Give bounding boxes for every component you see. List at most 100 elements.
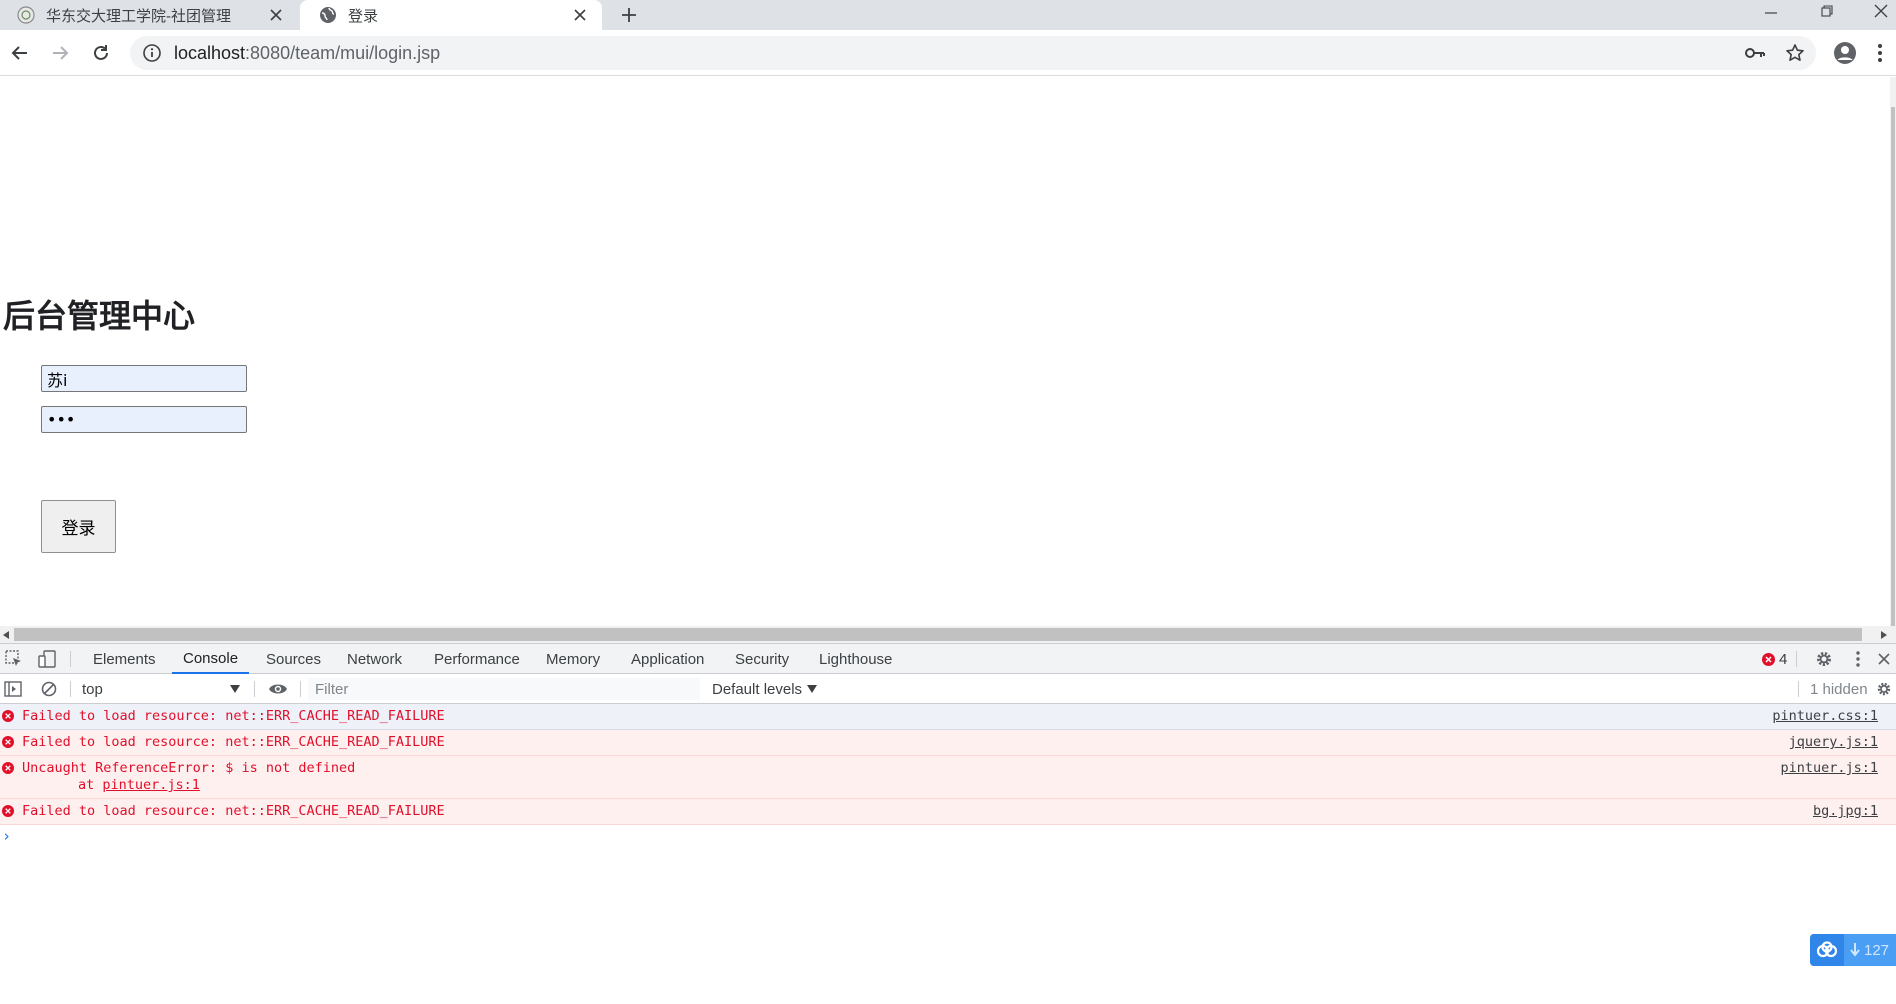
log-levels-dropdown[interactable]: Default levels [712, 678, 818, 700]
error-icon [2, 762, 14, 774]
error-icon [2, 710, 14, 722]
tab-console[interactable]: Console [172, 644, 250, 674]
stack-trace-line: at pintuer.js:1 [22, 777, 1896, 794]
error-count-badge[interactable]: 4 [1762, 644, 1787, 674]
school-favicon-icon [16, 5, 36, 25]
scrollbar-thumb[interactable] [1891, 107, 1895, 626]
error-icon [2, 736, 14, 748]
error-icon [1762, 652, 1775, 666]
divider [1796, 651, 1797, 667]
source-link[interactable]: pintuer.css:1 [1772, 708, 1878, 725]
menu-button[interactable] [1870, 36, 1890, 70]
context-value: top [82, 680, 103, 698]
profile-button[interactable] [1830, 36, 1860, 70]
chevron-down-icon [230, 685, 240, 693]
key-icon [1745, 48, 1765, 58]
cloud-icon [1810, 934, 1844, 966]
message-text: Failed to load resource: net::ERR_CACHE_… [22, 708, 445, 724]
tab-club-management[interactable]: 华东交大理工学院-社团管理 [0, 0, 298, 30]
tab-security[interactable]: Security [724, 644, 800, 674]
new-tab-button[interactable] [614, 0, 644, 30]
divider [254, 681, 255, 697]
message-text: Uncaught ReferenceError: $ is not define… [0, 756, 1896, 798]
inspect-element-icon[interactable] [2, 648, 26, 670]
download-badge[interactable]: 127 [1810, 934, 1896, 966]
forward-button[interactable] [45, 38, 75, 68]
context-select[interactable]: top [76, 678, 246, 700]
devtools-menu-icon[interactable] [1846, 648, 1870, 670]
chevron-down-icon [807, 685, 818, 693]
restore-button[interactable] [1810, 0, 1844, 22]
clear-console-icon[interactable] [37, 678, 61, 700]
back-button[interactable] [5, 38, 35, 68]
eye-icon[interactable] [266, 678, 290, 700]
message-text: Failed to load resource: net::ERR_CACHE_… [22, 803, 445, 819]
tab-network[interactable]: Network [336, 644, 413, 674]
devtools-panel: Elements Console Sources Network Perform… [0, 643, 1896, 1004]
log-levels-label: Default levels [712, 680, 803, 698]
console-settings-gear-icon[interactable] [1874, 678, 1894, 700]
download-count: 127 [1864, 941, 1890, 959]
tab-memory[interactable]: Memory [535, 644, 611, 674]
bookmark-button[interactable] [1780, 36, 1810, 70]
divider [70, 651, 71, 667]
error-count: 4 [1779, 650, 1788, 668]
tab-elements[interactable]: Elements [82, 644, 167, 674]
error-icon [2, 805, 14, 817]
source-link[interactable]: bg.jpg:1 [1813, 803, 1878, 820]
console-message: Failed to load resource: net::ERR_CACHE_… [0, 730, 1896, 756]
console-message: Uncaught ReferenceError: $ is not define… [0, 756, 1896, 799]
tab-login[interactable]: 登录 [300, 0, 602, 30]
minimize-button[interactable] [1754, 0, 1788, 22]
divider [70, 681, 71, 697]
star-icon [1786, 44, 1804, 61]
reload-icon [94, 45, 108, 60]
login-button[interactable]: 登录 [41, 500, 116, 553]
scrollbar-thumb[interactable] [14, 628, 1862, 641]
url-path: :8080/team/mui/login.jsp [245, 42, 441, 63]
message-text: Failed to load resource: net::ERR_CACHE_… [22, 734, 445, 750]
close-icon[interactable] [568, 3, 592, 27]
divider [1798, 681, 1799, 697]
console-filter-input[interactable] [308, 678, 700, 700]
password-key-button[interactable] [1740, 36, 1770, 70]
settings-gear-icon[interactable] [1812, 648, 1836, 670]
download-arrow-icon [1850, 943, 1860, 957]
console-filter-bar: top Default levels 1 hidden [0, 674, 1896, 704]
username-input[interactable] [41, 365, 247, 392]
scroll-left-icon[interactable] [0, 628, 12, 641]
arrow-right-icon [53, 46, 69, 60]
url-host: localhost [174, 42, 246, 63]
password-field[interactable] [41, 406, 247, 433]
message-main: Uncaught ReferenceError: $ is not define… [22, 760, 356, 776]
vertical-scrollbar[interactable] [1890, 77, 1896, 626]
tab-performance[interactable]: Performance [423, 644, 531, 674]
source-link[interactable]: pintuer.js:1 [1780, 760, 1878, 777]
close-window-button[interactable] [1864, 0, 1896, 22]
console-prompt: › [2, 827, 12, 845]
tab-application[interactable]: Application [620, 644, 715, 674]
reload-button[interactable] [86, 38, 116, 68]
stack-link[interactable]: pintuer.js:1 [102, 777, 200, 793]
show-sidebar-icon[interactable] [1, 678, 25, 700]
browser-window: 华东交大理工学院-社团管理 登录 localhost:8080/team/mui… [0, 0, 1896, 1004]
horizontal-scrollbar[interactable] [0, 626, 1896, 643]
info-icon[interactable] [142, 43, 162, 63]
scroll-right-icon[interactable] [1878, 628, 1890, 641]
close-icon[interactable] [264, 3, 288, 27]
arrow-left-icon [11, 46, 27, 60]
hidden-messages-count: 1 hidden [1810, 680, 1868, 698]
globe-icon [318, 5, 338, 25]
close-devtools-icon[interactable] [1874, 648, 1894, 670]
source-link[interactable]: jquery.js:1 [1789, 734, 1878, 751]
tab-title: 华东交大理工学院-社团管理 [46, 7, 231, 25]
page-title: 后台管理中心 [3, 297, 196, 335]
browser-toolbar: localhost:8080/team/mui/login.jsp [0, 30, 1896, 76]
console-prompt-line[interactable]: › [0, 825, 1896, 847]
device-toolbar-icon[interactable] [35, 648, 59, 670]
tab-sources[interactable]: Sources [255, 644, 332, 674]
address-bar[interactable]: localhost:8080/team/mui/login.jsp [130, 36, 1816, 70]
tab-strip: 华东交大理工学院-社团管理 登录 [0, 0, 1896, 30]
url-text: localhost:8080/team/mui/login.jsp [174, 43, 440, 64]
tab-lighthouse[interactable]: Lighthouse [808, 644, 903, 674]
